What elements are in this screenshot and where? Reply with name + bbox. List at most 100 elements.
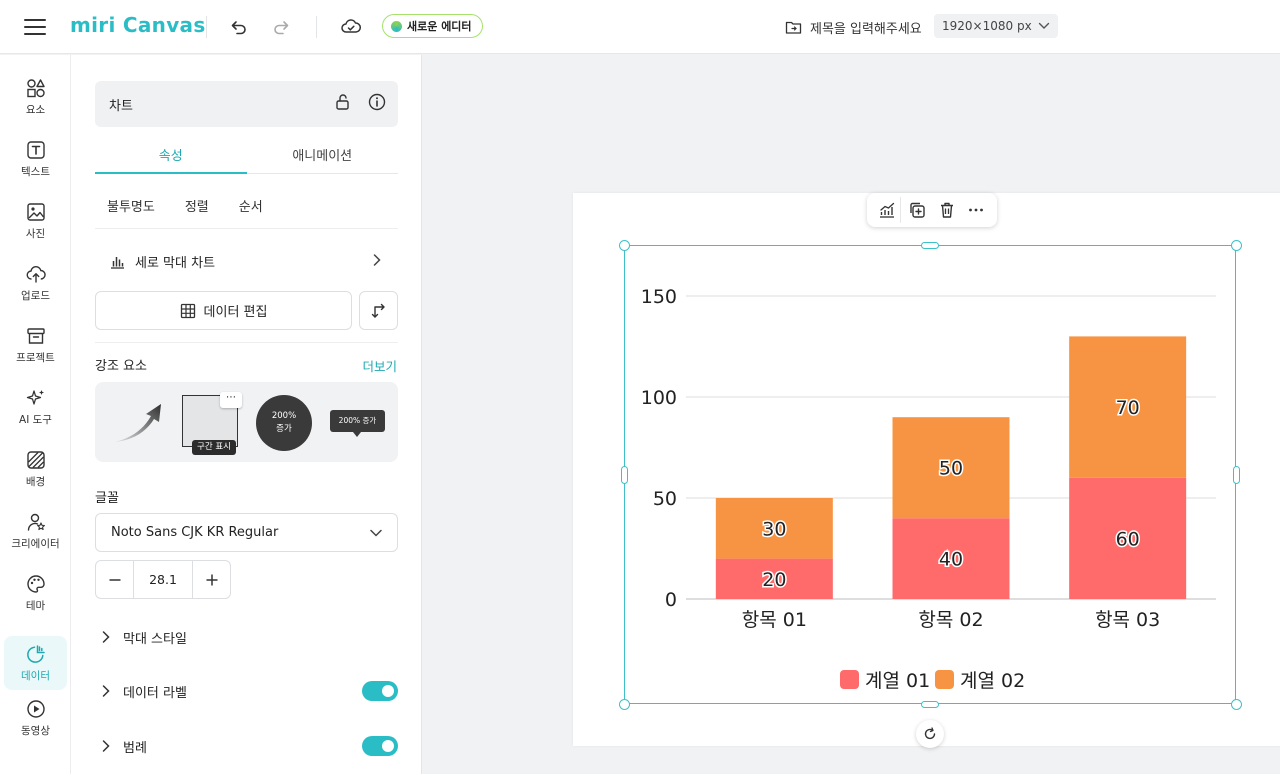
rail-item-creator[interactable]: 크리에이터 xyxy=(4,504,67,558)
accordion-label: 범례 xyxy=(123,740,147,756)
more-options-icon[interactable] xyxy=(963,197,989,223)
data-chart-icon xyxy=(26,644,45,663)
resize-handle-e[interactable] xyxy=(1233,466,1240,484)
chevron-right-icon xyxy=(373,254,381,266)
element-toolbar xyxy=(867,193,997,227)
tab-properties[interactable]: 속성 xyxy=(95,135,247,174)
highlight-section-title: 강조 요소 xyxy=(95,359,147,374)
resize-handle-ne[interactable] xyxy=(1231,240,1242,251)
rail-item-background[interactable]: 배경 xyxy=(4,442,67,496)
chart-settings-icon[interactable] xyxy=(875,197,901,223)
unlock-icon[interactable] xyxy=(334,93,352,111)
highlight-circle-item[interactable]: 200% 증가 xyxy=(256,395,312,451)
rail-item-label: 사진 xyxy=(25,227,46,240)
accordion-label: 데이터 라벨 xyxy=(123,685,187,701)
folder-icon xyxy=(785,21,802,34)
edit-data-button[interactable]: 데이터 편집 xyxy=(95,291,352,330)
rail-item-elements[interactable]: 요소 xyxy=(4,70,67,124)
swap-axes-button[interactable] xyxy=(359,291,398,330)
background-icon xyxy=(26,450,45,469)
font-family-value: Noto Sans CJK KR Regular xyxy=(111,525,279,540)
rail-item-label: 데이터 xyxy=(21,669,50,682)
align-option[interactable]: 정렬 xyxy=(185,196,209,215)
more-options-icon[interactable]: ⋯ xyxy=(220,392,242,408)
rail-item-text[interactable]: 텍스트 xyxy=(4,132,67,186)
chevron-right-icon xyxy=(102,685,110,697)
document-title-text: 제목을 입력해주세요 xyxy=(810,21,922,37)
highlight-range-item[interactable]: ⋯ 구간 표시 xyxy=(182,392,242,455)
duplicate-icon[interactable] xyxy=(904,197,930,223)
chart-type-selector[interactable]: 세로 막대 차트 xyxy=(95,241,398,281)
font-family-select[interactable]: Noto Sans CJK KR Regular xyxy=(95,513,398,552)
document-title[interactable]: 제목을 입력해주세요 xyxy=(785,14,922,40)
resize-handle-w[interactable] xyxy=(621,466,628,484)
video-icon xyxy=(26,699,45,718)
rail-item-project[interactable]: 프로젝트 xyxy=(4,318,67,372)
canvas-area[interactable]: 0 50 100 150 20 30 항목 01 40 50 항목 02 60 70 항목 03 계열 0… xyxy=(422,55,1280,774)
bar-style-accordion[interactable]: 막대 스타일 xyxy=(95,622,398,652)
increase-button[interactable] xyxy=(193,561,230,598)
resize-handle-s[interactable] xyxy=(921,701,939,708)
rail-item-label: 프로젝트 xyxy=(16,351,55,364)
canvas-size-value: 1920×1080 px xyxy=(942,19,1032,33)
plus-icon xyxy=(206,574,217,585)
rail-item-label: AI 도구 xyxy=(19,413,52,426)
chevron-right-icon xyxy=(102,631,110,643)
resize-handle-nw[interactable] xyxy=(619,240,630,251)
circle-label-top: 200% xyxy=(271,411,297,421)
cloud-save-icon[interactable] xyxy=(338,14,364,40)
decrease-button[interactable] xyxy=(96,561,133,598)
font-size-input[interactable]: 28.1 xyxy=(133,561,193,598)
divider xyxy=(95,342,398,343)
highlight-tooltip-item[interactable]: 200% 증가 xyxy=(330,410,385,438)
top-bar: miri Canvas 새로운 에디터 제목을 입력해주세요 1920×1080… xyxy=(0,0,1280,54)
highlight-arrow-item[interactable] xyxy=(113,400,165,444)
rail-item-data[interactable]: 데이터 xyxy=(4,636,67,690)
rail-item-photo[interactable]: 사진 xyxy=(4,194,67,248)
rail-item-label: 테마 xyxy=(25,599,46,612)
logo[interactable]: miri Canvas xyxy=(70,13,206,37)
rail-item-theme[interactable]: 테마 xyxy=(4,566,67,620)
divider xyxy=(95,228,398,229)
panel-tabs: 속성 애니메이션 xyxy=(95,135,398,174)
upload-icon xyxy=(26,265,46,283)
shapes-icon xyxy=(26,78,45,97)
info-icon[interactable] xyxy=(368,93,386,111)
new-editor-button[interactable]: 새로운 에디터 xyxy=(382,14,483,38)
property-subtabs: 불투명도 정렬 순서 xyxy=(95,185,398,225)
data-label-accordion[interactable]: 데이터 라벨 xyxy=(95,676,398,706)
sparkle-icon xyxy=(26,389,44,405)
data-label-toggle[interactable] xyxy=(362,681,398,701)
rail-item-label: 텍스트 xyxy=(21,165,50,178)
opacity-option[interactable]: 불투명도 xyxy=(107,196,155,215)
panel-title: 차트 xyxy=(109,98,133,114)
canvas-size-select[interactable]: 1920×1080 px xyxy=(934,14,1058,38)
accordion-label: 막대 스타일 xyxy=(123,631,187,647)
properties-panel: 차트 속성 애니메이션 불투명도 정렬 순서 세로 막대 차트 데이터 편집 강… xyxy=(71,55,422,774)
rotate-handle[interactable] xyxy=(916,720,944,748)
archive-icon xyxy=(26,327,45,344)
resize-handle-se[interactable] xyxy=(1231,699,1242,710)
creator-icon xyxy=(27,513,45,531)
font-size-stepper: 28.1 xyxy=(95,560,231,599)
divider xyxy=(206,16,207,38)
rail-item-ai-tools[interactable]: AI 도구 xyxy=(4,380,67,434)
legend-accordion[interactable]: 범례 xyxy=(95,731,398,761)
tab-animation[interactable]: 애니메이션 xyxy=(247,135,399,173)
rail-item-video[interactable]: 동영상 xyxy=(4,691,67,745)
divider xyxy=(316,16,317,38)
redo-icon[interactable] xyxy=(268,14,294,40)
menu-icon[interactable] xyxy=(24,17,46,37)
resize-handle-sw[interactable] xyxy=(619,699,630,710)
undo-icon[interactable] xyxy=(226,14,252,40)
highlight-elements: ⋯ 구간 표시 200% 증가 200% 증가 xyxy=(95,382,398,462)
table-icon xyxy=(180,303,195,318)
order-option[interactable]: 순서 xyxy=(239,196,263,215)
more-link[interactable]: 더보기 xyxy=(362,356,397,375)
legend-toggle[interactable] xyxy=(362,736,398,756)
tooltip-label: 200% 증가 xyxy=(330,410,385,432)
resize-handle-n[interactable] xyxy=(921,242,939,249)
delete-icon[interactable] xyxy=(934,197,960,223)
rail-item-upload[interactable]: 업로드 xyxy=(4,256,67,310)
range-label: 구간 표시 xyxy=(192,440,236,455)
